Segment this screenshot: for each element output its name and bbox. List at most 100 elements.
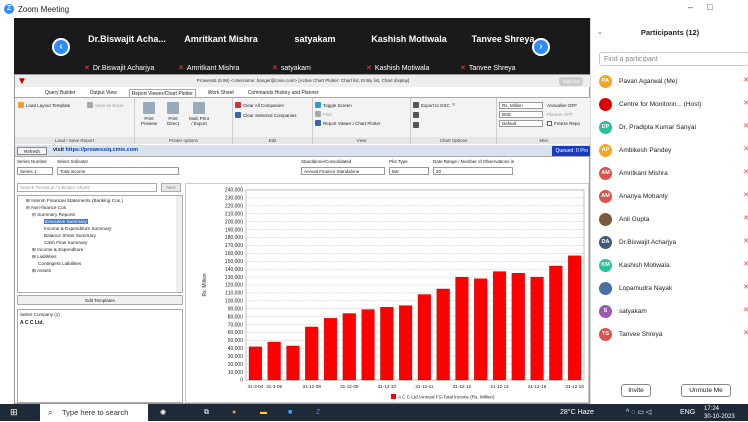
tree-node[interactable]: ⊞ Interim Financial Statements (Banking …: [26, 198, 123, 204]
participant-row[interactable]: DA Dr.Biswajit Acharjya ✕: [599, 233, 748, 251]
close-icon[interactable]: ✕: [452, 102, 456, 108]
video-tile[interactable]: Kashish Motiwala ✕ Kashish Motiwala: [362, 18, 456, 74]
unit-select[interactable]: Rs. Million: [499, 102, 543, 109]
minimize-icon[interactable]: –: [688, 2, 693, 16]
gallery-next-button[interactable]: ›: [532, 38, 550, 56]
save-excel-button[interactable]: Save as Excel: [87, 102, 124, 108]
print-direct-label[interactable]: Print Direct: [163, 116, 183, 126]
tree-node[interactable]: ⊞ Income & Expenditure: [32, 247, 83, 253]
tree-node[interactable]: ⊞ Assets: [32, 268, 51, 274]
video-tile[interactable]: Amritkant Mishra ✕ Amritkant Mishra: [174, 18, 268, 74]
invite-button[interactable]: Invite: [621, 384, 651, 397]
prowess-app-window: Prowess5 (5.96) <Username: banger@cmie.c…: [14, 74, 591, 404]
select-company-panel: Select Company (1) A C C Ltd.: [17, 309, 183, 403]
prowess-logo-icon: ▼: [17, 76, 27, 87]
clock[interactable]: 17:24 30-10-2023: [704, 405, 735, 422]
maximize-icon[interactable]: □: [707, 2, 712, 16]
chart-tool-1[interactable]: [413, 112, 419, 118]
mic-muted-icon: ✕: [743, 146, 748, 153]
clear-selected-button[interactable]: Clear Selected Companies: [235, 112, 297, 118]
bar: [530, 276, 544, 381]
tree-node[interactable]: ⊟ Non-finance Cos: [26, 205, 66, 211]
tree-node-selected[interactable]: Executive Summary: [44, 219, 88, 224]
tab-query-builder[interactable]: Query Builder: [43, 89, 78, 97]
edit-templates-button[interactable]: Edit Templates: [17, 295, 183, 305]
participant-row[interactable]: Centre for Monitorin... (Host) ✕: [599, 95, 748, 113]
tree-node[interactable]: Cash Flow Summary: [44, 240, 88, 245]
tree-node[interactable]: Income & Expenditure Summary: [44, 226, 111, 231]
find-button[interactable]: Find: [315, 111, 332, 117]
word-icon[interactable]: ■: [288, 404, 292, 421]
queued-status: Queued: 0 Pro: [552, 146, 591, 156]
tree-node[interactable]: ⊟ Summary Reports: [32, 212, 75, 218]
tab-commands-history[interactable]: Commands History and Planner: [246, 89, 321, 97]
video-tile[interactable]: Dr.Biswajit Acha... ✕ Dr.Biswajit Acharjy…: [80, 18, 174, 74]
participant-row[interactable]: TS Tanvee Shreya ✕: [599, 325, 748, 343]
url-link[interactable]: https://prowessiq.cmie.com: [66, 147, 138, 153]
zoom-taskbar-icon[interactable]: Z: [316, 404, 320, 421]
tab-work-sheet[interactable]: Work Sheet: [206, 89, 236, 97]
tab-report-viewer[interactable]: Report Viewer/Chart Plotter: [128, 89, 196, 97]
freeze-checkbox[interactable]: Freeze Repo: [547, 121, 580, 126]
weather-status[interactable]: 28°C Haze: [560, 404, 594, 421]
tree-node[interactable]: Contingent Liabilities: [38, 261, 81, 266]
tray-icons[interactable]: ^ ◌ ▭ ◁: [626, 404, 651, 421]
file-explorer-icon[interactable]: ▬: [260, 404, 267, 421]
clear-all-button[interactable]: Clear All Companies: [235, 102, 284, 108]
cortana-icon[interactable]: ◉: [160, 404, 166, 421]
tree-node[interactable]: Balance Sheet Summary: [44, 233, 96, 238]
participant-name: Centre for Monitorin... (Host): [619, 100, 702, 108]
chart-search-input[interactable]: Search Technical / Indicator Charts: [17, 183, 157, 192]
date-range-input[interactable]: 20: [433, 167, 513, 175]
video-tile[interactable]: satyakam ✕ satyakam: [268, 18, 362, 74]
chart-tool-2[interactable]: [413, 122, 419, 128]
print-preview-icon[interactable]: [143, 102, 155, 114]
participant-row[interactable]: KM Kashish Motiwala ✕: [599, 256, 748, 274]
toggle-screen-button[interactable]: Toggle Screen: [315, 102, 352, 108]
y-tick-label: 100,000: [225, 299, 243, 305]
participant-row[interactable]: PA Pavan Agarwal (Me) ✕: [599, 72, 748, 90]
export-dsc-button[interactable]: Export to DSC ✕: [413, 102, 456, 108]
gallery-prev-button[interactable]: ‹: [52, 38, 70, 56]
refresh-button[interactable]: Refresh: [17, 147, 47, 155]
exchange-select[interactable]: BSE: [499, 111, 543, 118]
indicator-tree: ⊞ Interim Financial Statements (Banking …: [17, 195, 183, 293]
plot-type-select[interactable]: Bar: [389, 167, 429, 175]
annualise-toggle[interactable]: Annualise OFF: [547, 103, 577, 108]
participant-search-input[interactable]: Find a participant: [599, 52, 748, 66]
unmute-me-button[interactable]: Unmute Me: [681, 384, 731, 397]
sign-out-button[interactable]: Sign out: [559, 77, 583, 86]
taskbar-search-input[interactable]: Type here to search: [40, 404, 148, 421]
multi-print-icon[interactable]: [193, 102, 205, 114]
print-direct-icon[interactable]: [167, 102, 179, 114]
print-preview-label[interactable]: Print Preview: [139, 116, 159, 126]
tree-scrollbar[interactable]: [176, 196, 182, 292]
participant-row[interactable]: AP Ambikesh Pandey ✕: [599, 141, 748, 159]
x-tick-label: 31-12-08: [303, 384, 322, 389]
task-view-icon[interactable]: ⧉: [204, 404, 209, 421]
load-template-button[interactable]: Load Layout Template: [18, 102, 70, 108]
url-text[interactable]: visit https://prowessiq.cmie.com: [53, 147, 138, 153]
windows-start-icon[interactable]: ⊞: [10, 404, 18, 421]
ribbon: Load Layout Template Save as Excel Load …: [15, 98, 591, 144]
language-indicator[interactable]: ENG: [680, 404, 695, 421]
participant-row[interactable]: Ssatyakam ✕: [599, 302, 748, 320]
planner-toggle[interactable]: Planner OFF: [547, 112, 573, 117]
default-select[interactable]: Default: [499, 120, 543, 127]
indicator-select[interactable]: Total income: [57, 167, 179, 175]
participant-row[interactable]: Anil Gupta ✕: [599, 210, 748, 228]
series-select[interactable]: Series 1: [17, 167, 53, 175]
next-button[interactable]: Next: [161, 183, 181, 192]
standalone-select[interactable]: Annual Finance Standalone: [301, 167, 385, 175]
multi-print-label[interactable]: Multi Print / Export: [189, 116, 209, 126]
chrome-icon[interactable]: ●: [232, 404, 236, 421]
report-viewer-button[interactable]: Report Viewer / Chart Plotter: [315, 120, 380, 126]
tab-output-view[interactable]: Output View: [88, 89, 119, 97]
participant-row[interactable]: AM Amritkant Mishra ✕: [599, 164, 748, 182]
tree-node[interactable]: ⊞ Liabilities: [32, 254, 57, 260]
annualise-label: Annualise OFF: [547, 103, 578, 108]
participant-row[interactable]: AM Ananya Mohanty ✕: [599, 187, 748, 205]
company-item[interactable]: A C C Ltd.: [20, 320, 44, 326]
participant-row[interactable]: DP Dr. Pradipta Kumar Sanyal ✕: [599, 118, 748, 136]
participant-row[interactable]: Lopamudra Nayak ✕: [599, 279, 748, 297]
